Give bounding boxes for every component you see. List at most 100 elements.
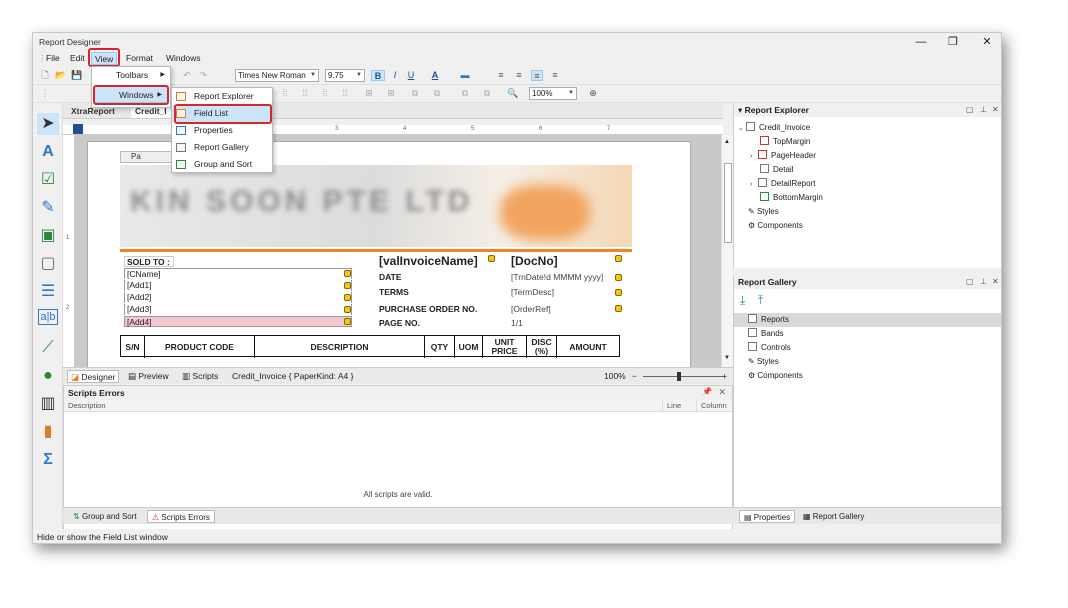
table-tool-icon[interactable]: ☰ xyxy=(37,281,59,303)
chart-tool-icon[interactable]: ▮ xyxy=(37,421,59,443)
tab-group-and-sort[interactable]: ⇅ Group and Sort xyxy=(69,510,141,523)
scrollbar-thumb[interactable] xyxy=(724,163,732,243)
po-number-label[interactable]: PURCHASE ORDER NO. xyxy=(377,304,497,315)
center-vert-icon[interactable]: ⊞ xyxy=(385,88,397,99)
menu-format[interactable]: Format xyxy=(123,52,156,65)
trn-date-field[interactable]: [TrnDate!d MMMM yyyy] xyxy=(509,272,621,283)
spacing-increase-icon[interactable]: ⁞⁞ xyxy=(299,88,311,99)
checkbox-tool-icon[interactable]: ☑ xyxy=(37,169,59,191)
menu-item-group-and-sort[interactable]: Group and Sort xyxy=(172,156,272,173)
tab-designer[interactable]: ◪ Designer xyxy=(67,370,120,383)
zoom-slider-thumb[interactable] xyxy=(677,372,681,381)
group-icon[interactable]: ⧉ xyxy=(459,88,471,99)
items-table-header[interactable]: S/N PRODUCT CODE DESCRIPTION QTY UOM UNI… xyxy=(120,335,620,358)
add3-field[interactable]: [Add3] xyxy=(124,304,352,315)
page-info-field[interactable]: 1/1 xyxy=(509,318,539,329)
scroll-down-icon[interactable]: ▼ xyxy=(724,355,730,361)
send-back-icon[interactable]: ⧉ xyxy=(431,88,443,99)
panel-options-icon[interactable]: ▢ xyxy=(966,275,974,289)
redo-icon[interactable]: ↷ xyxy=(197,70,209,81)
bold-button[interactable]: B xyxy=(371,70,385,81)
tab-report-gallery[interactable]: ▦ Report Gallery xyxy=(799,510,868,523)
tab-scripts-errors[interactable]: ⚠ Scripts Errors xyxy=(147,510,215,523)
menu-windows[interactable]: Windows xyxy=(163,52,203,65)
line-tool-icon[interactable]: ⟋ xyxy=(37,337,59,359)
zoom-slider[interactable] xyxy=(643,376,723,377)
zoom-in-icon[interactable]: ⊕ xyxy=(587,88,599,99)
design-vertical-scrollbar[interactable]: ▲ ▼ xyxy=(721,135,733,367)
font-color-button[interactable]: A xyxy=(429,70,441,81)
tree-item-topmargin[interactable]: TopMargin xyxy=(760,135,810,149)
shape-tool-icon[interactable]: ● xyxy=(37,365,59,387)
column-uom[interactable]: UOM xyxy=(455,336,483,358)
center-horiz-icon[interactable]: ⊞ xyxy=(363,88,375,99)
tree-item-components[interactable]: ⚙ Components xyxy=(748,219,803,233)
spacing-decrease-icon[interactable]: ⁞⁞ xyxy=(319,88,331,99)
menu-edit[interactable]: Edit xyxy=(67,52,88,65)
menu-item-report-explorer[interactable]: Report Explorer xyxy=(172,88,272,105)
tree-item-bottommargin[interactable]: BottomMargin xyxy=(760,191,823,205)
smart-tag-icon[interactable] xyxy=(615,289,622,296)
gallery-import-icon[interactable]: ⤓ xyxy=(740,293,745,308)
company-header-image[interactable]: KIN SOON PTE LTD xyxy=(120,165,632,247)
order-ref-field[interactable]: [OrderRef] xyxy=(509,304,621,315)
gallery-export-icon[interactable]: ⤒ xyxy=(758,293,763,308)
smart-tag-icon[interactable] xyxy=(344,282,351,289)
menu-item-report-gallery[interactable]: Report Gallery xyxy=(172,139,272,156)
font-size-combo[interactable]: 9.75 ▼ xyxy=(325,69,365,82)
header-divider-line[interactable] xyxy=(120,249,632,252)
pin-icon[interactable]: 📌 xyxy=(702,387,712,396)
column-unit-price[interactable]: UNIT PRICE xyxy=(483,336,527,358)
align-to-grid-icon[interactable]: ⋮ xyxy=(39,88,51,99)
justify-icon[interactable]: ≡ xyxy=(549,70,561,81)
tree-root-credit-invoice[interactable]: ⌄ Credit_Invoice xyxy=(738,121,810,135)
menu-item-toolbars[interactable]: Toolbars ▶ xyxy=(92,67,170,84)
smart-tag-icon[interactable] xyxy=(344,306,351,313)
char-comb-tool-icon[interactable]: a|b xyxy=(38,309,58,325)
vertical-spacing-icon[interactable]: ⁞⁞ xyxy=(339,88,351,99)
panel-close-icon[interactable]: ✕ xyxy=(718,387,726,398)
sum-tool-icon[interactable]: Σ xyxy=(37,449,59,471)
column-amount[interactable]: AMOUNT xyxy=(557,336,619,358)
save-icon[interactable]: 💾 xyxy=(71,70,83,81)
page-number-label[interactable]: PAGE NO. xyxy=(377,318,497,329)
new-report-icon[interactable]: 🗋 xyxy=(39,70,51,81)
panel-close-icon[interactable]: ✕ xyxy=(992,103,999,117)
menu-file[interactable]: File xyxy=(43,52,63,65)
term-desc-field[interactable]: [TermDesc] xyxy=(509,287,621,298)
collapse-icon[interactable]: ▾ xyxy=(738,105,745,115)
cname-field[interactable]: [CName] xyxy=(124,268,352,279)
undo-icon[interactable]: ↶ xyxy=(181,70,193,81)
date-label[interactable]: DATE xyxy=(377,272,497,283)
column-description[interactable]: DESCRIPTION xyxy=(255,336,425,358)
pin-icon[interactable]: ⊥ xyxy=(980,275,987,289)
underline-button[interactable]: U xyxy=(405,70,417,81)
smart-tag-icon[interactable] xyxy=(488,255,495,262)
align-center-icon[interactable]: ≡ xyxy=(513,70,525,81)
tab-scripts[interactable]: ▥ Scripts xyxy=(179,370,221,383)
menu-item-properties[interactable]: Properties xyxy=(172,122,272,139)
gallery-item-components[interactable]: ⚙ Components xyxy=(748,369,803,383)
tab-properties[interactable]: ▤ Properties xyxy=(739,510,796,523)
restore-button[interactable]: ❐ xyxy=(943,35,963,49)
column-description-header[interactable]: Description xyxy=(68,400,106,412)
invoice-name-field[interactable]: [valInvoiceName] xyxy=(377,254,495,268)
column-column-header[interactable]: Column xyxy=(696,400,727,412)
minimize-button[interactable]: — xyxy=(911,35,931,49)
zoom-out-icon[interactable]: 🔍 xyxy=(507,88,519,99)
expand-icon[interactable]: › xyxy=(750,178,758,192)
bring-front-icon[interactable]: ⧉ xyxy=(409,88,421,99)
pin-icon[interactable]: ⊥ xyxy=(980,103,987,117)
ungroup-icon[interactable]: ⧉ xyxy=(481,88,493,99)
font-name-combo[interactable]: Times New Roman ▼ xyxy=(235,69,319,82)
doc-number-field[interactable]: [DocNo] xyxy=(509,254,619,268)
gallery-item-bands[interactable]: Bands xyxy=(748,327,784,341)
scroll-up-icon[interactable]: ▲ xyxy=(724,139,730,145)
pointer-tool-icon[interactable]: ➤ xyxy=(37,113,59,135)
smart-tag-icon[interactable] xyxy=(344,318,351,325)
smart-tag-icon[interactable] xyxy=(615,274,622,281)
gallery-item-styles[interactable]: ✎ Styles xyxy=(748,355,779,369)
smart-tag-icon[interactable] xyxy=(615,305,622,312)
barcode-tool-icon[interactable]: ▥ xyxy=(37,393,59,415)
column-qty[interactable]: QTY xyxy=(425,336,455,358)
